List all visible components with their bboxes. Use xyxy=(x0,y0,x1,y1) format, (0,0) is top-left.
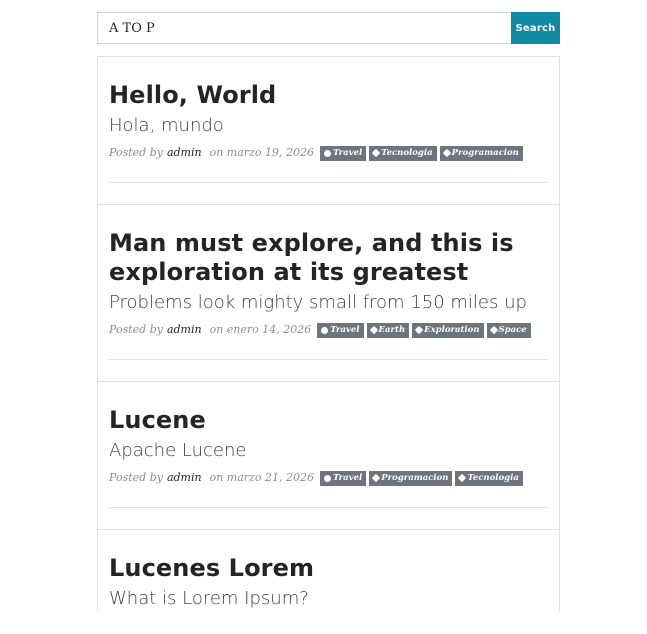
main-container: Search Hello, World Hola, mundo Posted b… xyxy=(97,12,560,612)
tag-icon xyxy=(489,325,498,335)
posted-by-label: Posted by xyxy=(109,146,163,159)
tag-label: Tecnologia xyxy=(381,148,433,158)
post-meta: Posted by admin on marzo 19, 2026 Travel… xyxy=(109,145,548,161)
post-title[interactable]: Lucene xyxy=(109,406,548,435)
post-divider xyxy=(109,359,548,360)
post-list: Hello, World Hola, mundo Posted by admin… xyxy=(97,56,560,612)
tag-label: Space xyxy=(498,325,527,335)
tag-icon xyxy=(414,325,424,335)
search-input[interactable] xyxy=(97,12,511,44)
post-subtitle[interactable]: Problems look mighty small from 150 mile… xyxy=(109,290,548,316)
post-title[interactable]: Lucenes Lorem xyxy=(109,554,548,583)
globe-icon xyxy=(323,474,331,482)
post-meta: Posted by admin on marzo 21, 2026 Travel… xyxy=(109,470,548,486)
tag-label: Exploration xyxy=(424,325,480,335)
tag-exploration[interactable]: Exploration xyxy=(412,322,484,338)
post-preview: Lucenes Lorem What is Lorem Ipsum? xyxy=(98,529,559,612)
tag-icon xyxy=(369,325,378,335)
tag-travel[interactable]: Travel xyxy=(317,322,364,338)
post-subtitle[interactable]: Apache Lucene xyxy=(109,438,548,464)
post-author: admin xyxy=(166,146,202,159)
posted-by-label: Posted by xyxy=(109,471,163,484)
post-subtitle[interactable]: What is Lorem Ipsum? xyxy=(109,586,548,612)
post-date: on marzo 21, 2026 xyxy=(209,471,314,484)
post-preview: Lucene Apache Lucene Posted by admin on … xyxy=(98,381,559,508)
tag-icon xyxy=(371,473,381,483)
post-preview: Hello, World Hola, mundo Posted by admin… xyxy=(98,56,559,183)
tag-label: Travel xyxy=(332,473,363,483)
tag-label: Programacion xyxy=(381,473,449,483)
post-divider xyxy=(109,507,548,508)
tag-earth[interactable]: Earth xyxy=(366,322,410,338)
tag-tecnologia[interactable]: Tecnologia xyxy=(455,470,523,486)
tag-label: Earth xyxy=(378,325,406,335)
tag-programacion[interactable]: Programacion xyxy=(439,145,523,161)
post-divider xyxy=(109,182,548,183)
post-title[interactable]: Hello, World xyxy=(109,81,548,110)
post-title[interactable]: Man must explore, and this is exploratio… xyxy=(109,229,548,287)
tag-label: Travel xyxy=(332,148,363,158)
post-meta: Posted by admin on enero 14, 2026 Travel… xyxy=(109,322,548,338)
tag-icon xyxy=(371,148,381,158)
tag-label: Travel xyxy=(330,325,360,335)
tag-space[interactable]: Space xyxy=(486,322,531,338)
tag-tecnologia[interactable]: Tecnologia xyxy=(369,145,437,161)
globe-icon xyxy=(321,326,329,334)
tag-icon xyxy=(442,148,451,158)
post-preview: Man must explore, and this is exploratio… xyxy=(98,204,559,360)
post-author: admin xyxy=(166,323,202,336)
tag-label: Tecnologia xyxy=(467,473,519,483)
tag-travel[interactable]: Travel xyxy=(319,470,367,486)
globe-icon xyxy=(323,149,331,157)
post-author: admin xyxy=(166,471,202,484)
tag-label: Programacion xyxy=(451,148,519,158)
post-date: on marzo 19, 2026 xyxy=(209,146,314,159)
tag-icon xyxy=(458,473,467,483)
posted-by-label: Posted by xyxy=(109,323,163,336)
search-bar: Search xyxy=(97,12,560,44)
search-button[interactable]: Search xyxy=(511,12,560,44)
tag-programacion[interactable]: Programacion xyxy=(369,470,453,486)
tag-travel[interactable]: Travel xyxy=(319,145,367,161)
post-date: on enero 14, 2026 xyxy=(209,323,312,336)
post-subtitle[interactable]: Hola, mundo xyxy=(109,113,548,139)
